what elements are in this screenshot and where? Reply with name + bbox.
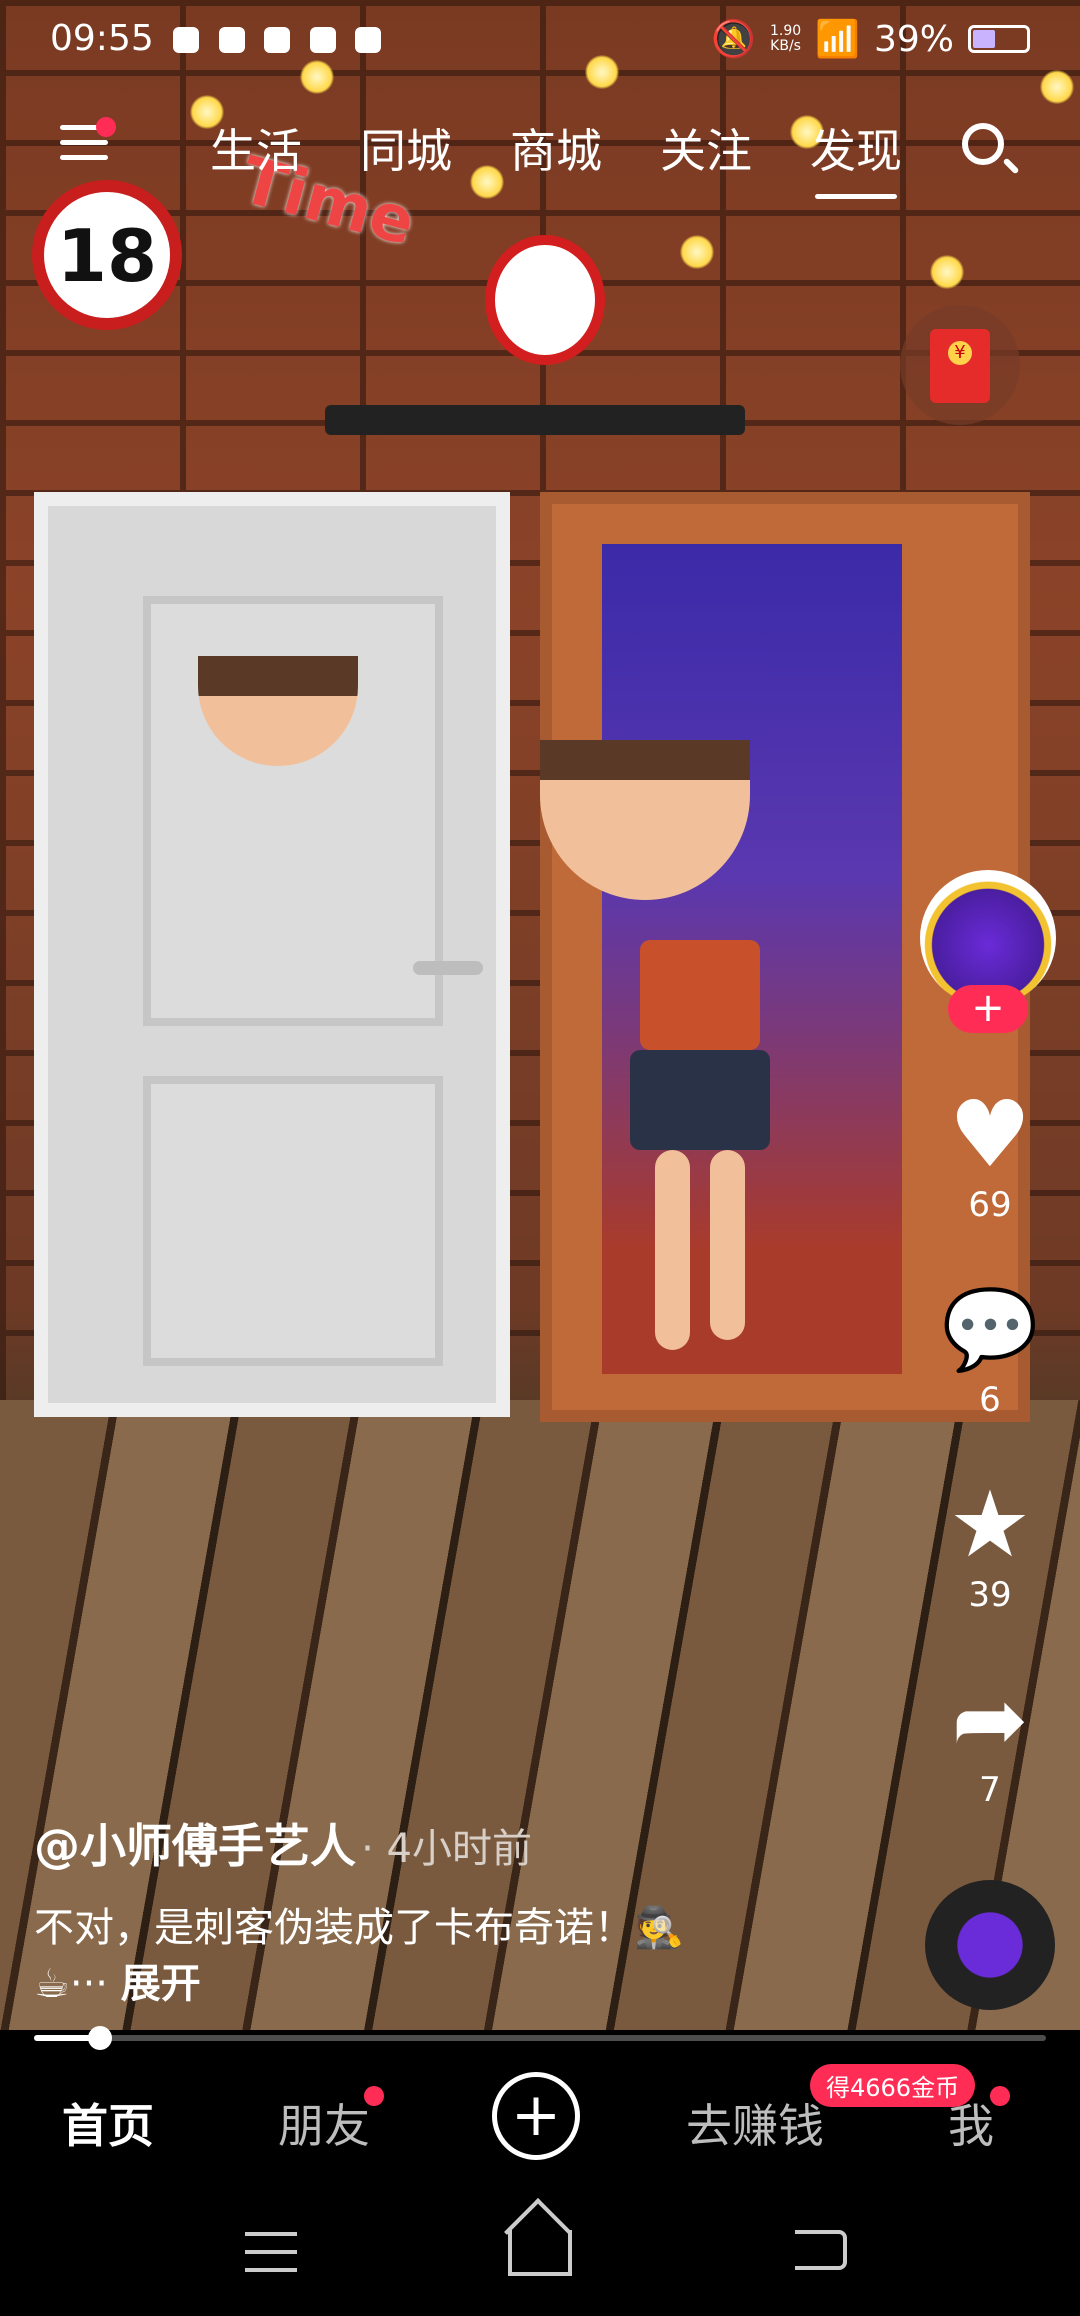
system-nav-bar — [0, 2190, 1080, 2316]
status-right: 🔕 1.90 KB/s 📶 39% — [711, 18, 1030, 60]
me-badge — [990, 2086, 1010, 2106]
description-line-1: 不对，是刺客伪装成了卡布奇诺！🕵️ — [34, 1905, 684, 1951]
follow-button[interactable]: + — [948, 985, 1028, 1033]
tab-local[interactable]: 同城 — [360, 115, 452, 181]
notification-app-icon — [264, 27, 291, 53]
network-speed: 1.90 KB/s — [770, 24, 801, 54]
notification-app-icon — [173, 27, 200, 53]
age-18-sign: 18 — [32, 180, 182, 330]
tab-following[interactable]: 关注 — [660, 115, 752, 181]
expand-link[interactable]: 展开 — [121, 1961, 201, 2007]
like-button[interactable]: ♥ 69 — [915, 1081, 1065, 1226]
share-button[interactable]: ➦ 7 — [915, 1666, 1065, 1811]
tab-life[interactable]: 生活 — [210, 115, 302, 181]
nav-earn[interactable]: 去赚钱 — [686, 2090, 824, 2156]
music-disc-icon[interactable] — [925, 1880, 1055, 2010]
net-speed-unit: KB/s — [770, 38, 801, 54]
description-line-2: ☕··· — [34, 1961, 121, 2007]
top-nav: 生活 同城 商城 关注 发现 — [0, 115, 1080, 199]
menu-badge — [96, 117, 116, 137]
video-description: 不对，是刺客伪装成了卡布奇诺！🕵️ ☕··· 展开 — [34, 1900, 814, 2012]
nav-friends[interactable]: 朋友 — [278, 2090, 370, 2156]
star-icon: ★ — [948, 1471, 1032, 1578]
comment-button[interactable]: 💬 6 — [915, 1280, 1065, 1420]
status-left: 09:55 — [50, 18, 382, 59]
comment-count: 6 — [979, 1380, 1001, 1420]
bottom-nav: 首页 朋友 + 去赚钱 得4666金币 我 — [0, 2050, 1080, 2190]
wall-shelf — [325, 405, 745, 435]
tab-mall[interactable]: 商城 — [510, 115, 602, 181]
nav-me[interactable]: 我 — [948, 2090, 994, 2156]
notification-app-icon — [218, 27, 245, 53]
create-button[interactable]: + — [492, 2072, 580, 2160]
top-tabs: 生活 同城 商城 关注 发现 — [210, 115, 902, 199]
white-door — [34, 492, 510, 1417]
post-time: · 4小时前 — [361, 1826, 532, 1872]
like-count: 69 — [968, 1185, 1012, 1225]
video-progress-bar[interactable] — [34, 2026, 1046, 2050]
nav-home[interactable]: 首页 — [62, 2090, 154, 2156]
battery-icon — [968, 25, 1030, 53]
share-count: 7 — [979, 1770, 1001, 1810]
share-arrow-icon: ➦ — [951, 1666, 1029, 1773]
mute-icon: 🔕 — [711, 19, 756, 60]
recent-apps-icon[interactable] — [245, 2232, 297, 2272]
battery-percent: 39% — [873, 18, 954, 60]
favorite-button[interactable]: ★ 39 — [915, 1471, 1065, 1616]
cartoon-character — [620, 830, 780, 1370]
menu-icon[interactable] — [60, 117, 116, 165]
favorite-count: 39 — [968, 1575, 1012, 1615]
net-speed-value: 1.90 — [769, 23, 802, 39]
red-packet-icon[interactable] — [900, 305, 1020, 425]
status-time: 09:55 — [50, 18, 154, 59]
notification-app-icon — [355, 27, 382, 53]
heart-icon: ♥ — [948, 1081, 1032, 1188]
video-caption: @小师傅手艺人 · 4小时前 不对，是刺客伪装成了卡布奇诺！🕵️ ☕··· 展开 — [34, 1810, 814, 2012]
author-name[interactable]: @小师傅手艺人 — [34, 1819, 356, 1873]
home-icon[interactable] — [508, 2230, 572, 2276]
back-icon[interactable] — [795, 2230, 847, 2270]
status-bar: 09:55 🔕 1.90 KB/s 📶 39% — [0, 0, 1080, 90]
tab-discover[interactable]: 发现 — [810, 115, 902, 199]
notification-app-icon — [309, 27, 336, 53]
progress-handle[interactable] — [87, 2026, 112, 2050]
friends-badge — [364, 2086, 384, 2106]
wifi-icon: 📶 — [815, 19, 860, 60]
door-panel-lower — [143, 1076, 443, 1366]
search-icon[interactable] — [962, 123, 1004, 165]
comment-icon: 💬 — [941, 1285, 1039, 1375]
door-handle — [413, 961, 483, 975]
alarm-clock-icon — [485, 235, 605, 365]
